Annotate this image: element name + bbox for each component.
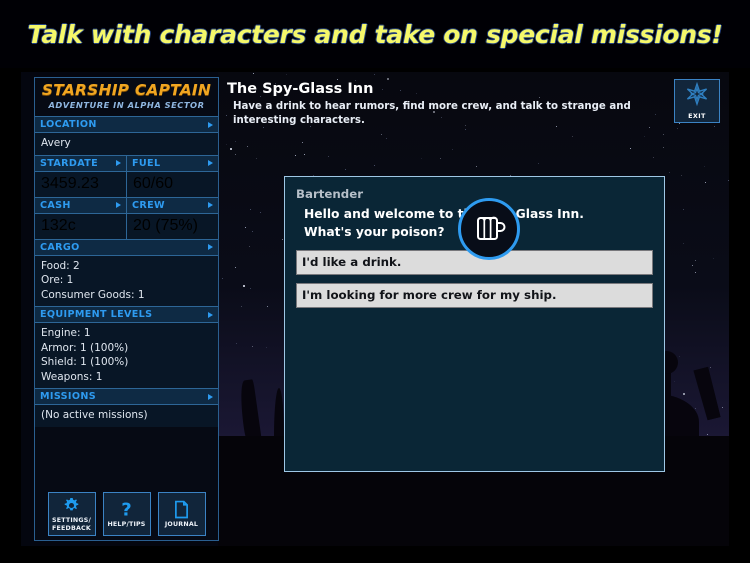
settings-feedback-label: SETTINGS/FEEDBACK: [52, 516, 91, 532]
dialog-options: I'd like a drink. I'm looking for more c…: [296, 250, 653, 308]
help-tips-button[interactable]: ? HELP/TIPS: [102, 492, 151, 536]
chevron-right-icon: [208, 244, 213, 250]
sidebar-section-cash-crew: CASH CREW: [35, 196, 218, 214]
exit-button-label: EXIT: [688, 112, 706, 120]
section-label: STARDATE: [40, 157, 99, 169]
missions-value: (No active missions): [41, 409, 148, 421]
help-tips-label: HELP/TIPS: [107, 520, 146, 528]
equipment-item: Weapons: 1: [41, 370, 103, 383]
fuel-value: 60/60: [133, 174, 174, 192]
game-subtitle: ADVENTURE IN ALPHA SECTOR: [48, 100, 205, 110]
chevron-right-icon: [208, 393, 213, 400]
crew-value: 20 (75%): [133, 216, 198, 234]
chevron-right-icon: [116, 160, 121, 166]
headline-text: Talk with characters and take on special…: [27, 19, 723, 49]
cash-value: 132c: [41, 216, 76, 234]
journal-label: JOURNAL: [164, 520, 199, 528]
status-sidebar: STARSHIP CAPTAIN ADVENTURE IN ALPHA SECT…: [34, 77, 219, 541]
sidebar-section-fuel[interactable]: FUEL: [127, 154, 218, 172]
equipment-item: Engine: 1: [41, 327, 91, 339]
section-label: MISSIONS: [40, 391, 96, 402]
chevron-right-icon: [116, 202, 121, 208]
cargo-item: Food: 2: [41, 259, 80, 272]
cash-crew-body: 132c 20 (75%): [35, 213, 218, 239]
chevron-right-icon: [208, 202, 213, 208]
chevron-right-icon: [208, 121, 213, 128]
journal-page-icon: [174, 500, 189, 520]
cargo-item: Ore: 1: [41, 274, 74, 286]
missions-body: (No active missions): [35, 405, 218, 427]
equipment-item: Armor: 1 (100%): [41, 341, 129, 354]
exit-button[interactable]: EXIT: [674, 79, 720, 123]
stardate-fuel-body: 3459.23 60/60: [35, 171, 218, 197]
cargo-item: Consumer Goods: 1: [41, 288, 145, 301]
section-label: CARGO: [40, 241, 80, 253]
sidebar-section-stardate-fuel: STARDATE FUEL: [35, 154, 218, 172]
game-logo: STARSHIP CAPTAIN ADVENTURE IN ALPHA SECT…: [35, 78, 218, 116]
sidebar-section-crew[interactable]: CREW: [127, 196, 218, 214]
location-title: The Spy-Glass Inn: [227, 81, 374, 97]
location-description: Have a drink to hear rumors, find more c…: [233, 101, 631, 126]
sidebar-button-row: SETTINGS/FEEDBACK ? HELP/TIPS JOURNAL: [35, 492, 218, 536]
sidebar-section-missions[interactable]: MISSIONS: [35, 388, 218, 405]
chevron-right-icon: [208, 311, 213, 318]
compass-star-icon: [684, 81, 710, 111]
sidebar-section-cargo[interactable]: CARGO: [35, 238, 218, 256]
sidebar-section-equipment[interactable]: EQUIPMENT LEVELS: [35, 306, 218, 323]
section-label: FUEL: [132, 157, 161, 169]
sidebar-section-location[interactable]: LOCATION: [35, 116, 218, 133]
npc-name: Bartender: [296, 187, 364, 201]
headline-banner: Talk with characters and take on special…: [0, 0, 750, 68]
stardate-value: 3459.23: [41, 174, 99, 192]
journal-button[interactable]: JOURNAL: [157, 492, 206, 536]
settings-feedback-button[interactable]: SETTINGS/FEEDBACK: [47, 492, 96, 536]
gear-icon: [63, 496, 80, 516]
scene-header: The Spy-Glass Inn Have a drink to hear r…: [227, 80, 682, 127]
game-title: STARSHIP CAPTAIN: [41, 81, 212, 99]
npc-avatar: [458, 198, 520, 260]
equipment-item: Shield: 1 (100%): [41, 356, 129, 368]
sidebar-section-cash[interactable]: CASH: [35, 196, 126, 214]
question-mark-icon: ?: [118, 500, 135, 520]
equipment-body: Engine: 1 Armor: 1 (100%) Shield: 1 (100…: [35, 323, 218, 388]
section-label: CASH: [40, 199, 71, 211]
location-value: Avery: [41, 137, 71, 149]
section-label: CREW: [132, 199, 165, 211]
sidebar-section-stardate[interactable]: STARDATE: [35, 154, 126, 172]
game-frame: The Spy-Glass Inn Have a drink to hear r…: [21, 72, 729, 546]
location-body: Avery: [35, 133, 218, 155]
svg-text:?: ?: [121, 500, 131, 520]
dialog-option[interactable]: I'm looking for more crew for my ship.: [296, 283, 653, 308]
section-label: EQUIPMENT LEVELS: [40, 309, 153, 320]
cargo-body: Food: 2 Ore: 1 Consumer Goods: 1: [35, 255, 218, 306]
section-label: LOCATION: [40, 119, 97, 130]
beer-mug-icon: [470, 208, 508, 251]
chevron-right-icon: [208, 160, 213, 166]
